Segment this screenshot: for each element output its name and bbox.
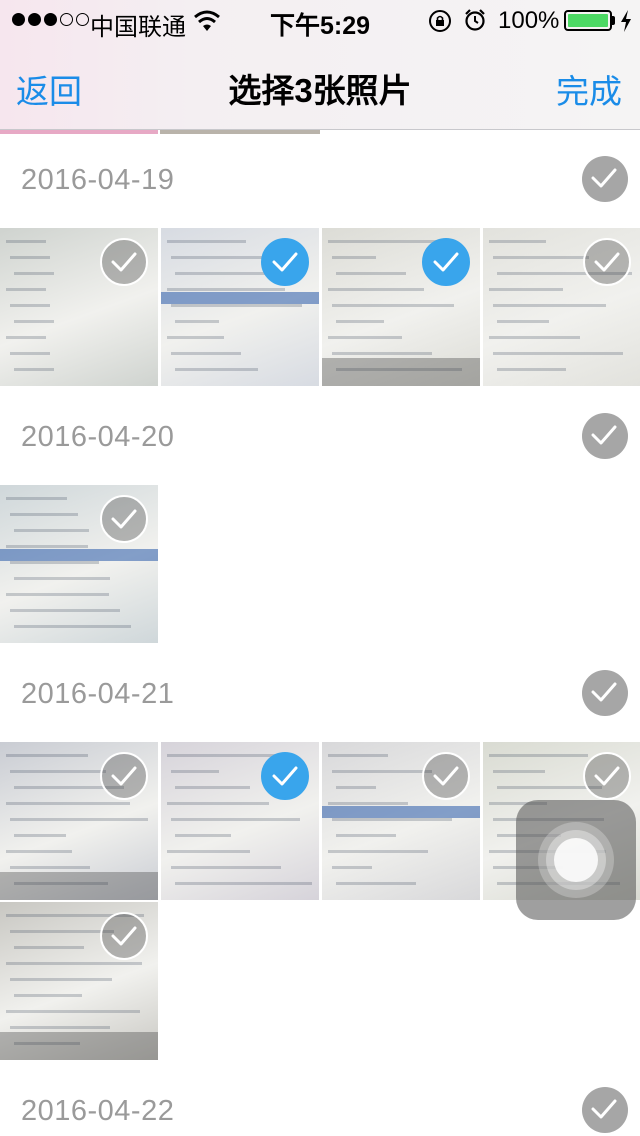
photo-picker-screen: 中国联通 下午5:29 100% 返回 选择3张照片 完成 2016-04-19… <box>0 0 640 1136</box>
section-date: 2016-04-21 <box>21 678 175 710</box>
done-button[interactable]: 完成 <box>556 65 622 113</box>
photo-thumbnail[interactable] <box>0 742 158 900</box>
section-date: 2016-04-20 <box>21 421 175 453</box>
assistive-touch-button[interactable] <box>516 800 636 920</box>
section-header: 2016-04-22 <box>0 1065 640 1136</box>
photo-thumbnail[interactable] <box>483 228 640 386</box>
photo-thumbnail[interactable] <box>161 228 319 386</box>
section-header: 2016-04-19 <box>0 134 640 224</box>
rotation-lock-icon <box>429 10 451 32</box>
select-all-check-icon[interactable] <box>582 670 628 716</box>
top-bar: 中国联通 下午5:29 100% 返回 选择3张照片 完成 <box>0 0 640 130</box>
unselected-check-icon[interactable] <box>100 238 148 286</box>
select-all-check-icon[interactable] <box>582 413 628 459</box>
battery-icon <box>564 10 612 31</box>
section-header: 2016-04-21 <box>0 648 640 738</box>
select-all-check-icon[interactable] <box>582 156 628 202</box>
charging-bolt-icon <box>621 10 631 32</box>
photo-list[interactable]: 2016-04-19 2016-04-20 2016-04-21 2016-04-22 <box>0 130 640 1136</box>
alarm-icon <box>465 9 485 31</box>
photo-thumbnail[interactable] <box>0 902 158 1060</box>
selected-check-icon[interactable] <box>261 238 309 286</box>
status-bar: 中国联通 下午5:29 100% <box>0 0 640 41</box>
selected-check-icon[interactable] <box>422 238 470 286</box>
photo-thumbnail[interactable] <box>322 228 480 386</box>
photo-thumbnail[interactable] <box>322 742 480 900</box>
unselected-check-icon[interactable] <box>100 495 148 543</box>
photo-thumbnail[interactable] <box>161 742 319 900</box>
unselected-check-icon[interactable] <box>422 752 470 800</box>
selected-check-icon[interactable] <box>261 752 309 800</box>
battery-tip <box>612 16 615 25</box>
page-title: 选择3张照片 <box>228 72 412 109</box>
photo-thumbnail[interactable] <box>0 228 158 386</box>
photo-thumbnail[interactable] <box>0 485 158 643</box>
navigation-bar: 返回 选择3张照片 完成 <box>0 40 640 130</box>
unselected-check-icon[interactable] <box>583 238 631 286</box>
section-header: 2016-04-20 <box>0 391 640 481</box>
select-all-check-icon[interactable] <box>582 1087 628 1133</box>
battery-percent: 100% <box>498 7 560 34</box>
unselected-check-icon[interactable] <box>100 752 148 800</box>
section-date: 2016-04-22 <box>21 1095 175 1127</box>
section-date: 2016-04-19 <box>21 164 175 196</box>
unselected-check-icon[interactable] <box>583 752 631 800</box>
unselected-check-icon[interactable] <box>100 912 148 960</box>
